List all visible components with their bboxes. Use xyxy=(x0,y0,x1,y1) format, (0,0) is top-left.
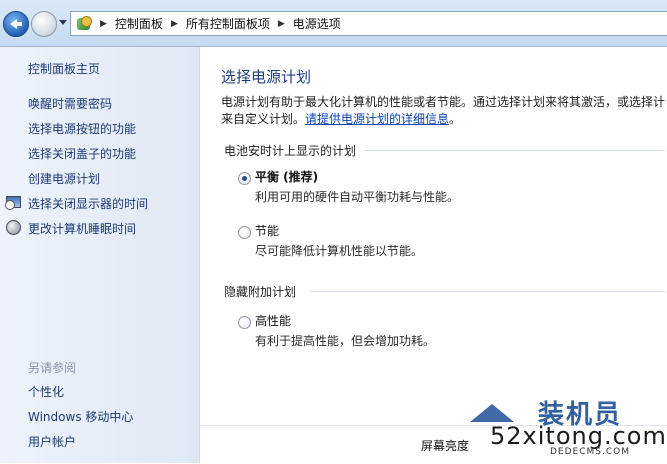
battery-plans-heading: 电池安时计上显示的计划 xyxy=(224,144,357,158)
recent-pages-dropdown-icon[interactable] xyxy=(59,20,67,25)
sidebar-link-mobility-center[interactable]: Windows 移动中心 xyxy=(28,408,133,425)
forward-button[interactable] xyxy=(31,11,57,37)
breadcrumb-power-options[interactable]: 电源选项 xyxy=(293,15,341,32)
intro-text: 电源计划有助于最大化计算机的性能或者节能。通过选择计划来将其激活，或选择计 来自… xyxy=(221,94,667,128)
intro-line-2: 来自定义计划。请提供电源计划的详细信息。 xyxy=(221,111,667,128)
breadcrumb-all-items[interactable]: 所有控制面板项 xyxy=(186,15,270,32)
group-divider xyxy=(365,150,665,151)
group-divider xyxy=(310,291,665,292)
chevron-right-icon[interactable]: ▶ xyxy=(171,19,178,29)
intro-suffix: 。 xyxy=(449,112,462,126)
breadcrumb-control-panel[interactable]: 控制面板 xyxy=(115,15,163,32)
plan-balanced-desc: 利用可用的硬件自动平衡功耗与性能。 xyxy=(255,190,460,204)
plan-power-saver-name[interactable]: 节能 xyxy=(255,222,279,239)
plan-balanced-radio[interactable] xyxy=(238,172,251,185)
back-button[interactable] xyxy=(3,11,29,37)
intro-line-2-prefix: 来自定义计划。 xyxy=(221,112,306,126)
plan-power-saver-desc: 尽可能降低计算机性能以节能。 xyxy=(255,244,424,258)
plan-details-link[interactable]: 请提供电源计划的详细信息 xyxy=(305,112,449,126)
sidebar-link-require-password[interactable]: 唤醒时需要密码 xyxy=(28,95,112,112)
plan-balanced-name[interactable]: 平衡 (推荐) xyxy=(255,168,318,185)
see-also-heading: 另请参阅 xyxy=(28,361,77,375)
hidden-plans-heading[interactable]: 隐藏附加计划 xyxy=(224,283,296,300)
bottom-bar: 屏幕亮度 xyxy=(200,425,667,464)
sidebar-link-display-off[interactable]: 选择关闭显示器的时间 xyxy=(28,195,148,212)
sidebar-link-user-accounts[interactable]: 用户帐户 xyxy=(28,433,76,450)
plan-power-saver-radio[interactable] xyxy=(238,226,251,239)
sidebar-link-create-plan[interactable]: 创建电源计划 xyxy=(28,170,100,187)
plan-high-performance-name[interactable]: 高性能 xyxy=(255,312,291,329)
sidebar: 控制面板主页 唤醒时需要密码 选择电源按钮的功能 选择关闭盖子的功能 创建电源计… xyxy=(0,47,200,463)
intro-line-1: 电源计划有助于最大化计算机的性能或者节能。通过选择计划来将其激活，或选择计 xyxy=(221,95,666,109)
plan-high-performance-radio[interactable] xyxy=(238,316,251,329)
display-clock-icon xyxy=(5,194,21,210)
address-bar: ▶ 控制面板 ▶ 所有控制面板项 ▶ 电源选项 xyxy=(0,0,667,47)
chevron-right-icon[interactable]: ▶ xyxy=(278,19,285,29)
plan-high-performance-desc: 有利于提高性能，但会增加功耗。 xyxy=(255,334,436,348)
sidebar-link-personalization[interactable]: 个性化 xyxy=(28,383,64,400)
sidebar-link-control-panel-home[interactable]: 控制面板主页 xyxy=(28,60,100,77)
screen-brightness-label: 屏幕亮度 xyxy=(421,439,470,453)
sleep-moon-icon xyxy=(5,219,21,235)
sidebar-link-power-button[interactable]: 选择电源按钮的功能 xyxy=(28,120,136,137)
sidebar-link-sleep[interactable]: 更改计算机睡眠时间 xyxy=(28,220,136,237)
main-content: 选择电源计划 电源计划有助于最大化计算机的性能或者节能。通过选择计划来将其激活，… xyxy=(200,47,667,464)
chevron-right-icon[interactable]: ▶ xyxy=(100,19,107,29)
control-panel-icon xyxy=(76,15,92,32)
breadcrumb[interactable]: ▶ 控制面板 ▶ 所有控制面板项 ▶ 电源选项 xyxy=(70,11,667,36)
page-title: 选择电源计划 xyxy=(221,68,312,86)
sidebar-link-lid-close[interactable]: 选择关闭盖子的功能 xyxy=(28,145,136,162)
